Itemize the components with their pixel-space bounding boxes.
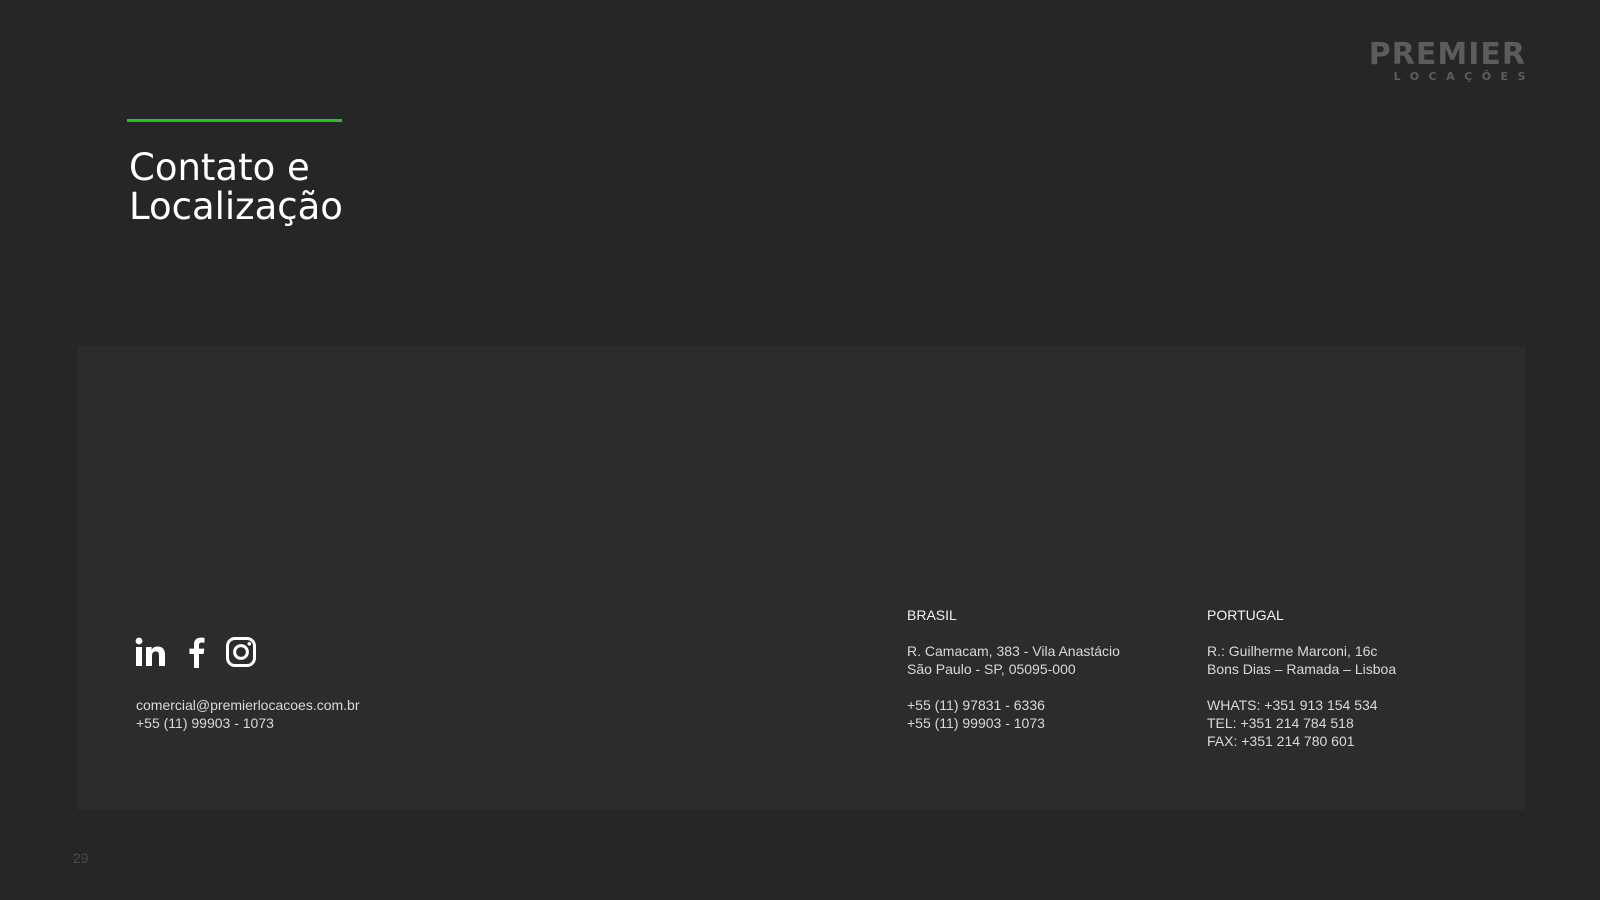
brasil-phone2: +55 (11) 99903 - 1073 (907, 715, 1045, 731)
portugal-contact: PORTUGAL R.: Guilherme Marconi, 16c Bons… (1207, 606, 1396, 768)
brasil-heading: BRASIL (907, 607, 957, 623)
page-title-line2: Localização (129, 185, 343, 228)
brasil-phones: +55 (11) 97831 - 6336 +55 (11) 99903 - 1… (907, 696, 1120, 732)
phone-text: +55 (11) 99903 - 1073 (136, 715, 274, 731)
portugal-heading: PORTUGAL (1207, 607, 1284, 623)
brasil-address: R. Camacam, 383 - Vila Anastácio São Pau… (907, 642, 1120, 678)
social-links (135, 636, 257, 668)
portugal-tel: TEL: +351 214 784 518 (1207, 715, 1354, 731)
brasil-address-line2: São Paulo - SP, 05095-000 (907, 661, 1076, 677)
portugal-phones: WHATS: +351 913 154 534 TEL: +351 214 78… (1207, 696, 1396, 750)
portugal-address: R.: Guilherme Marconi, 16c Bons Dias – R… (1207, 642, 1396, 678)
brasil-phone1: +55 (11) 97831 - 6336 (907, 697, 1045, 713)
title-accent-line (127, 119, 342, 122)
logo-sub-text: LOCAÇÕES (1393, 70, 1535, 83)
brasil-address-line1: R. Camacam, 383 - Vila Anastácio (907, 643, 1120, 659)
linkedin-icon[interactable] (135, 636, 167, 668)
email-link[interactable]: comercial@premierlocacoes.com.br (136, 696, 360, 714)
page-title-line1: Contato e (129, 146, 310, 189)
brasil-contact: BRASIL R. Camacam, 383 - Vila Anastácio … (907, 606, 1120, 750)
general-contact: comercial@premierlocacoes.com.br +55 (11… (136, 696, 360, 732)
portugal-address-line1: R.: Guilherme Marconi, 16c (1207, 643, 1378, 659)
portugal-fax: FAX: +351 214 780 601 (1207, 733, 1355, 749)
facebook-icon[interactable] (180, 636, 212, 668)
instagram-icon[interactable] (225, 636, 257, 668)
page-number: 29 (73, 850, 89, 866)
brand-logo: PREMIER LOCAÇÕES (1369, 40, 1526, 84)
logo-brand-text: PREMIER (1368, 37, 1526, 72)
page-title: Contato e Localização (129, 148, 343, 226)
portugal-address-line2: Bons Dias – Ramada – Lisboa (1207, 661, 1397, 677)
portugal-whats: WHATS: +351 913 154 534 (1207, 697, 1378, 713)
